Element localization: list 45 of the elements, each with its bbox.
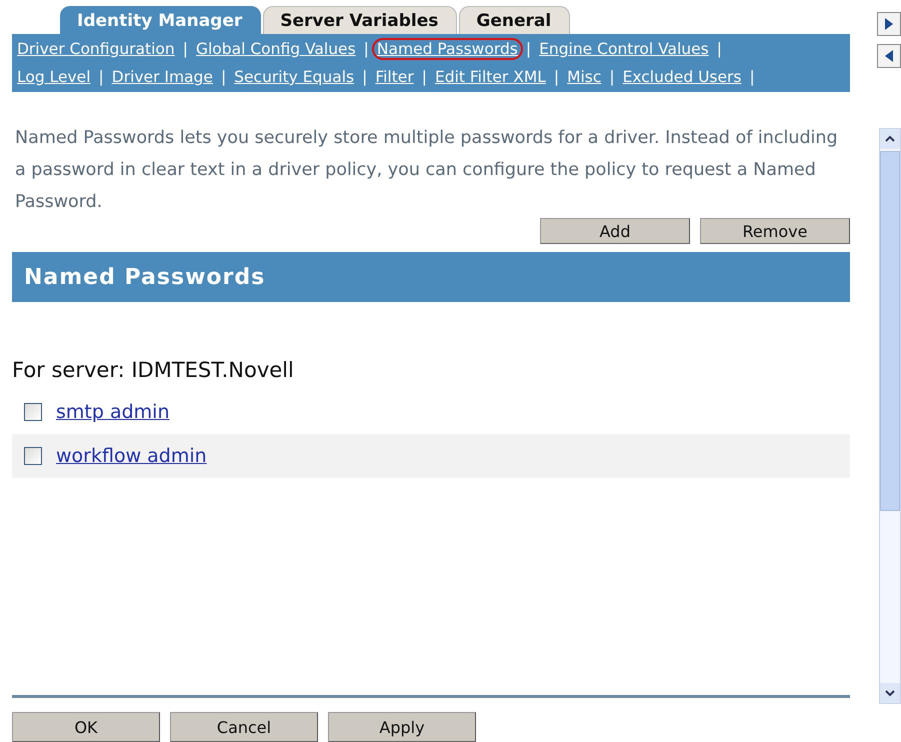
triangle-right-icon [884, 17, 894, 31]
nav-link[interactable]: Misc [562, 66, 606, 88]
nav-link[interactable]: Driver Image [106, 66, 218, 88]
checkbox[interactable] [24, 447, 42, 465]
tab[interactable]: Identity Manager [60, 6, 262, 34]
separator: | [608, 68, 616, 86]
nav-link[interactable]: Security Equals [229, 66, 360, 88]
separator: | [220, 68, 228, 86]
separator: | [98, 68, 105, 86]
section-header: Named Passwords [12, 252, 850, 302]
nav-link[interactable]: Engine Control Values [534, 38, 714, 60]
separator: | [420, 68, 428, 86]
checkbox[interactable] [24, 403, 42, 421]
nav-link[interactable]: Global Config Values [190, 38, 361, 60]
description-text: Named Passwords lets you securely store multiple passwords for a driver. Instead of including a password in clear text in a driver policy, you can configure the policy to request a Named Password. [15, 127, 839, 214]
footer-button[interactable]: Cancel [170, 712, 318, 742]
nav-link[interactable]: Excluded Users [618, 66, 746, 88]
password-link[interactable]: smtp admin [56, 401, 170, 423]
separator: | [716, 40, 723, 58]
scroll-down-icon[interactable] [880, 683, 900, 703]
next-button[interactable] [877, 12, 901, 36]
tab[interactable]: Server Variables [263, 6, 458, 34]
separator: | [361, 68, 368, 86]
footer-button[interactable]: OK [12, 712, 160, 742]
separator: | [182, 40, 189, 58]
action-button[interactable]: Remove [700, 218, 850, 244]
tab[interactable]: General [459, 6, 570, 34]
server-label: For server: IDMTEST.Novell [12, 358, 295, 382]
scroll-thumb[interactable] [880, 151, 900, 511]
previous-button[interactable] [877, 44, 901, 68]
nav-link[interactable]: Edit Filter XML [430, 66, 551, 88]
footer-button[interactable]: Apply [328, 712, 476, 742]
separator: | [524, 40, 532, 58]
separator: | [748, 68, 756, 86]
nav-link[interactable]: Filter [370, 66, 419, 88]
triangle-left-icon [884, 49, 894, 63]
nav-link[interactable]: Driver Configuration [12, 38, 180, 60]
separator: | [362, 40, 370, 58]
password-link[interactable]: workflow admin [56, 445, 207, 467]
scroll-up-icon[interactable] [880, 129, 900, 149]
scrollbar[interactable] [879, 128, 901, 704]
action-button[interactable]: Add [540, 218, 690, 244]
separator: | [552, 68, 560, 86]
nav-link[interactable]: Named Passwords [372, 38, 523, 60]
nav-link[interactable]: Log Level [12, 66, 96, 88]
